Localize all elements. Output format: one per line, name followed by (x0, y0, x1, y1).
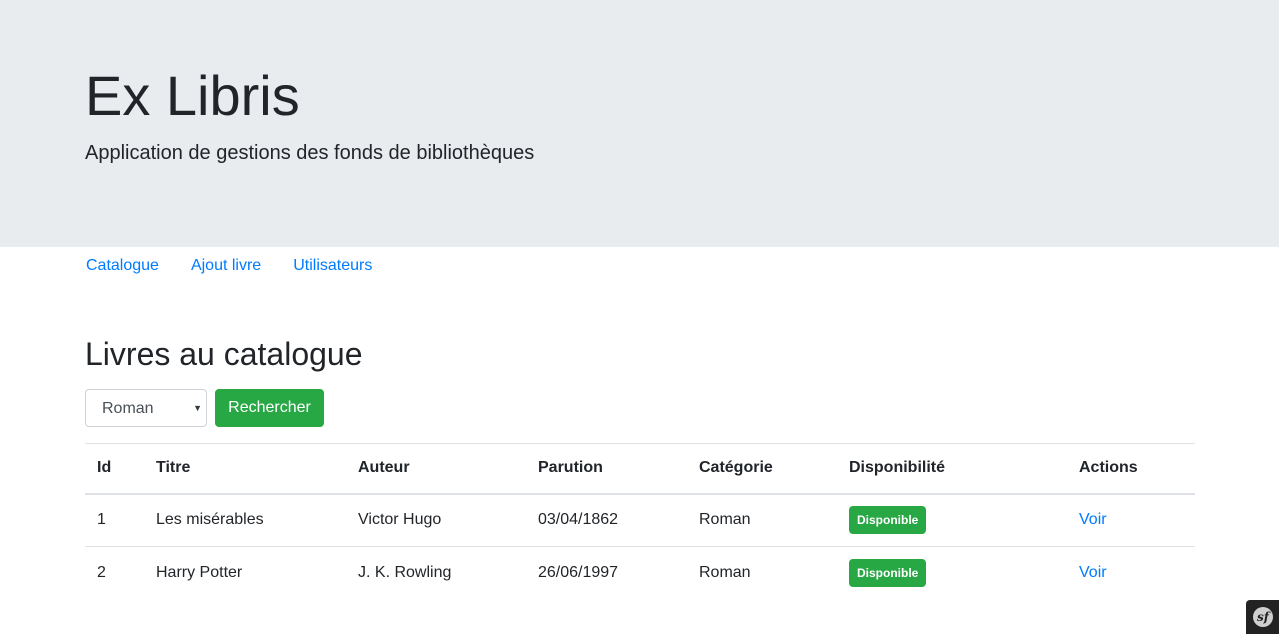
debug-toolbar-toggle[interactable]: sf (1246, 600, 1279, 634)
table-row: 2 Harry Potter J. K. Rowling 26/06/1997 … (85, 547, 1195, 600)
nav-item-utilisateurs[interactable]: Utilisateurs (293, 256, 372, 278)
view-link[interactable]: Voir (1079, 564, 1107, 581)
column-header-auteur: Auteur (358, 459, 410, 477)
cell-title: Harry Potter (156, 564, 243, 582)
nav-item-catalogue[interactable]: Catalogue (86, 256, 159, 278)
cell-id: 2 (97, 564, 106, 582)
cell-author: J. K. Rowling (358, 564, 452, 582)
nav-item-ajout-livre[interactable]: Ajout livre (191, 256, 261, 278)
cell-author: Victor Hugo (358, 511, 442, 529)
column-header-disponibilite: Disponibilité (849, 459, 945, 477)
view-link[interactable]: Voir (1079, 511, 1107, 528)
cell-category: Roman (699, 564, 751, 582)
cell-category: Roman (699, 511, 751, 529)
column-header-actions: Actions (1079, 459, 1138, 477)
column-header-categorie: Catégorie (699, 459, 773, 477)
cell-date: 26/06/1997 (538, 564, 619, 582)
cell-actions: Voir (1067, 494, 1195, 547)
column-header-titre: Titre (156, 459, 191, 477)
status-badge: Disponible (849, 506, 927, 535)
app-lead: Application de gestions des fonds de bib… (85, 142, 535, 164)
page-title: Livres au catalogue (85, 336, 363, 372)
category-select-value: Roman (102, 400, 154, 417)
search-button[interactable]: Rechercher (215, 389, 324, 427)
app-title: Ex Libris (85, 64, 300, 127)
table-row: 1 Les misérables Victor Hugo 03/04/1862 … (85, 494, 1195, 547)
jumbotron-header: Ex Libris Application de gestions des fo… (0, 0, 1279, 247)
cell-id: 1 (97, 511, 106, 529)
table-header-row: Id Titre Auteur Parution Catégorie Dispo… (85, 443, 1195, 494)
main-nav: Catalogue Ajout livre Utilisateurs (86, 256, 372, 278)
column-header-parution: Parution (538, 459, 603, 477)
cell-status: Disponible (837, 547, 1067, 600)
cell-date: 03/04/1862 (538, 511, 619, 529)
books-table: Id Titre Auteur Parution Catégorie Dispo… (85, 443, 1195, 600)
cell-title: Les misérables (156, 511, 264, 529)
cell-status: Disponible (837, 494, 1067, 547)
status-badge: Disponible (849, 559, 927, 588)
column-header-id: Id (97, 459, 112, 477)
cell-actions: Voir (1067, 547, 1195, 600)
category-select[interactable]: Roman ▼ (85, 389, 207, 427)
symfony-logo-icon: sf (1253, 607, 1273, 627)
chevron-down-icon: ▼ (193, 403, 202, 413)
